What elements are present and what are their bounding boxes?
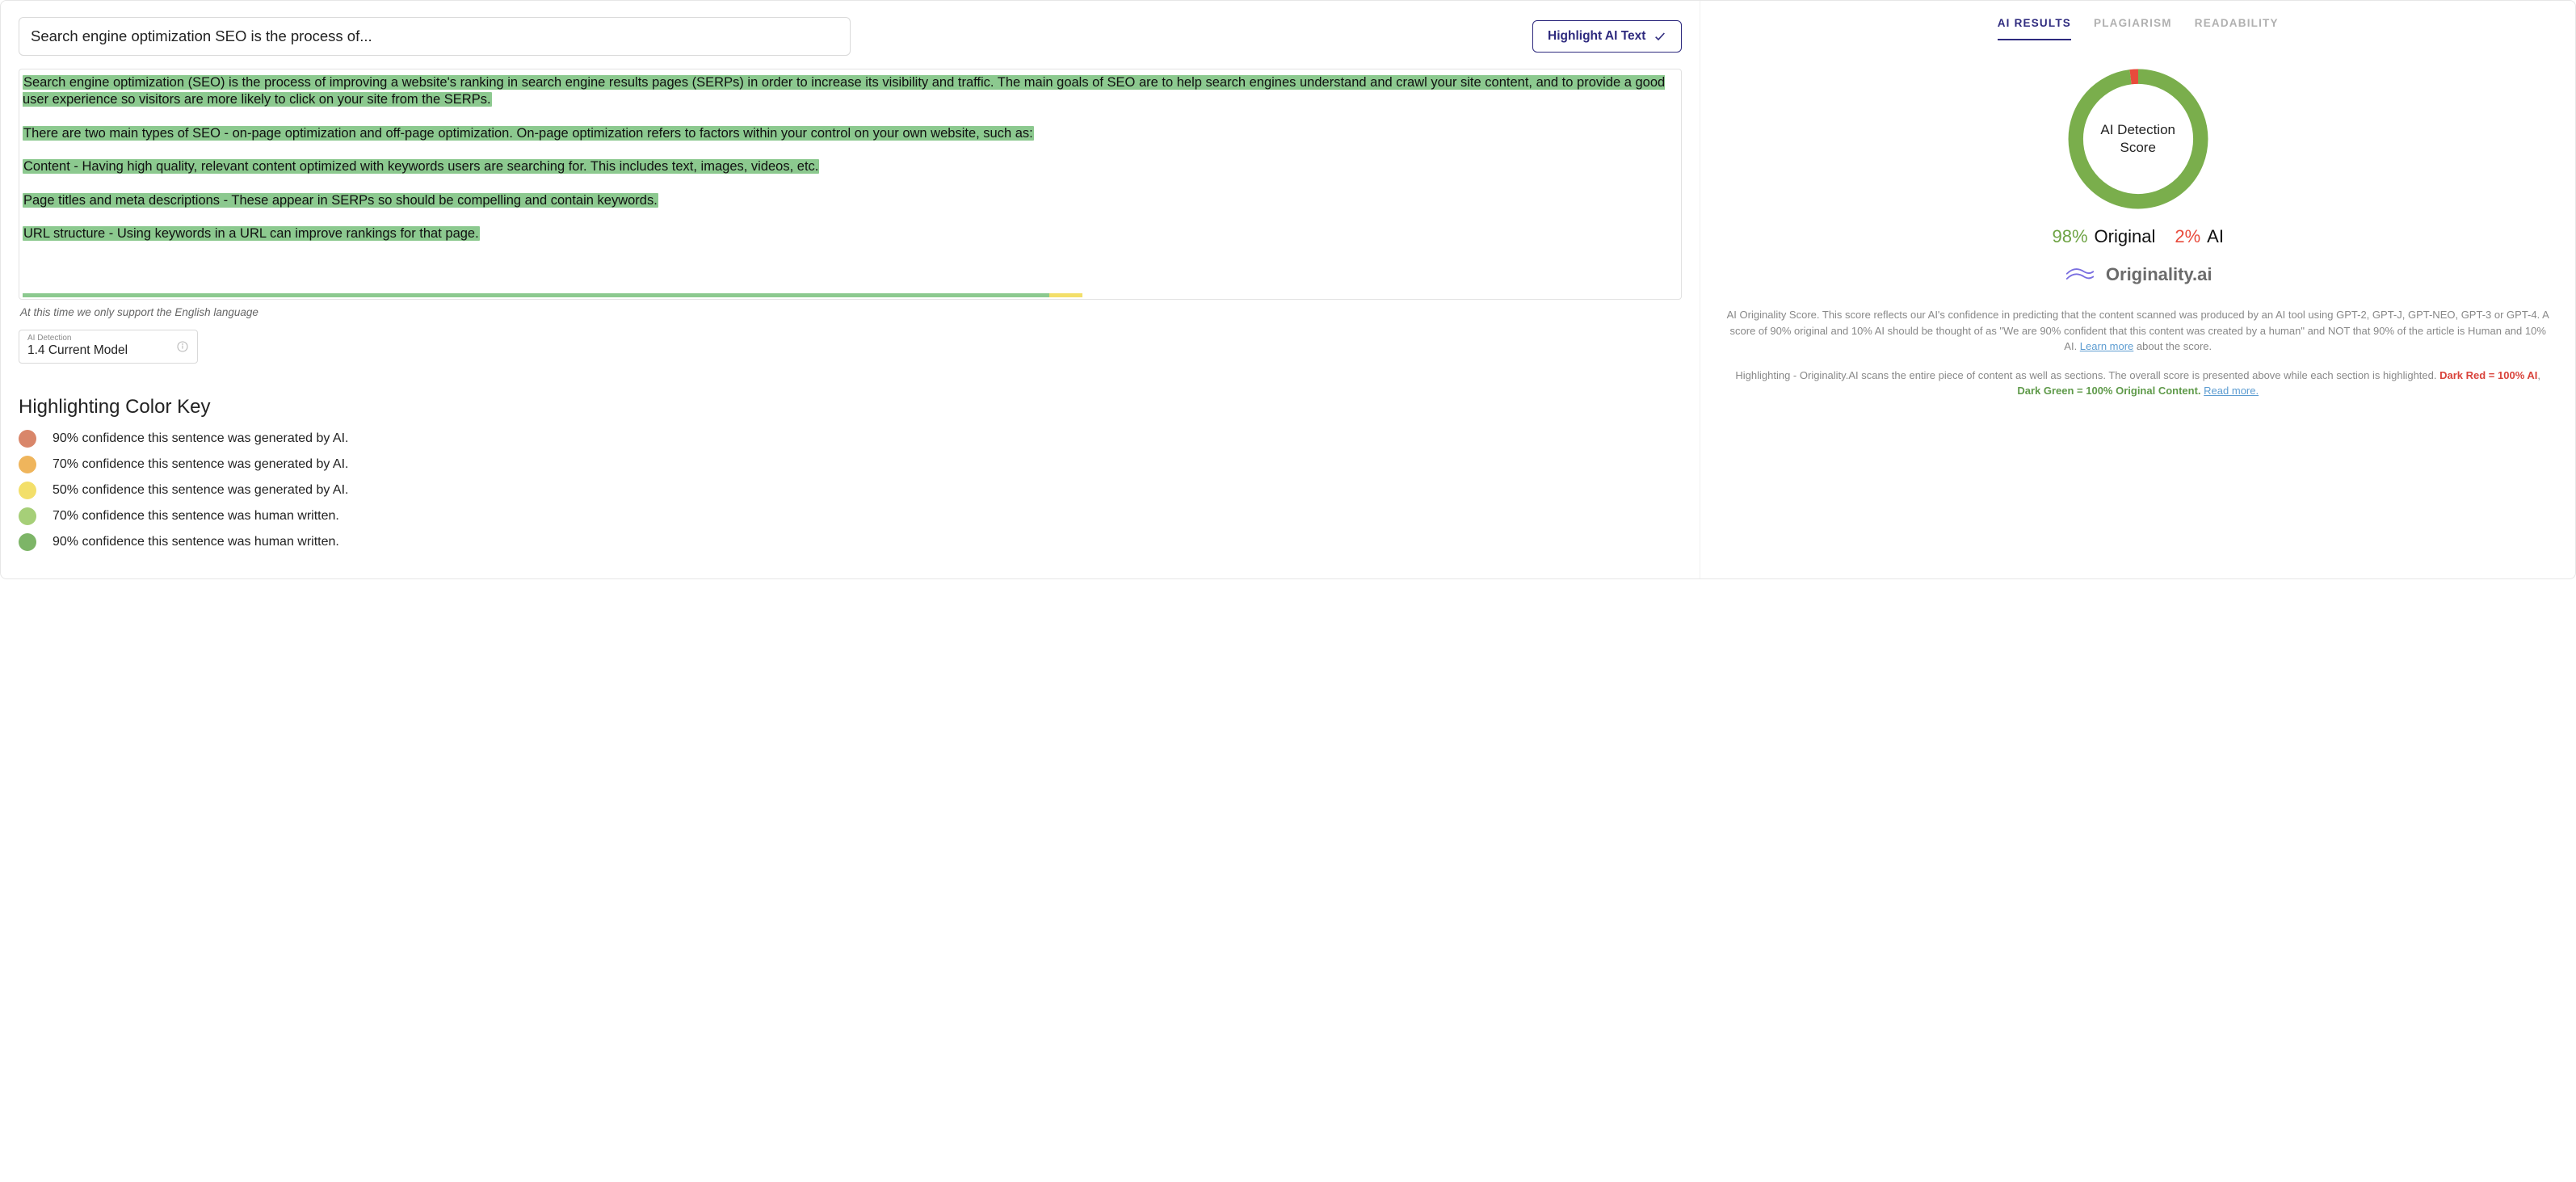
color-key-row: 90% confidence this sentence was human w… <box>19 533 1682 551</box>
highlight-button-label: Highlight AI Text <box>1548 29 1645 44</box>
brand-logo-icon <box>2064 263 2096 286</box>
desc2-a: Highlighting - Originality.AI scans the … <box>1735 369 2439 381</box>
color-key-text: 90% confidence this sentence was generat… <box>53 431 348 446</box>
language-note: At this time we only support the English… <box>20 306 1682 318</box>
donut-center-label: AI Detection Score <box>2064 65 2213 213</box>
info-icon[interactable] <box>176 340 189 353</box>
ai-percent: 2% <box>2175 226 2200 247</box>
bar-segment-yellow <box>1049 293 1082 297</box>
color-key-row: 70% confidence this sentence was generat… <box>19 456 1682 473</box>
color-key-title: Highlighting Color Key <box>19 396 1682 419</box>
paragraph-5: URL structure - Using keywords in a URL … <box>23 226 480 241</box>
color-key-text: 50% confidence this sentence was generat… <box>53 483 348 498</box>
brand-row: Originality.ai <box>2064 263 2213 286</box>
app-frame: Highlight AI Text Search engine optimiza… <box>0 0 2576 579</box>
highlight-ai-text-button[interactable]: Highlight AI Text <box>1532 20 1682 53</box>
ai-detection-model-select[interactable]: AI Detection 1.4 Current Model <box>19 330 198 364</box>
ai-detection-donut: AI Detection Score <box>2064 65 2213 213</box>
desc2-sep: , <box>2537 369 2540 381</box>
donut-label-line1: AI Detection <box>2100 122 2175 137</box>
model-select-label: AI Detection <box>27 334 189 343</box>
top-row: Highlight AI Text <box>19 17 1682 56</box>
color-key-text: 70% confidence this sentence was generat… <box>53 457 348 472</box>
brand-name: Originality.ai <box>2106 264 2213 285</box>
paragraph-2: There are two main types of SEO - on-pag… <box>23 126 1034 141</box>
donut-label-line2: Score <box>2120 140 2155 155</box>
color-key-row: 70% confidence this sentence was human w… <box>19 507 1682 525</box>
tab-plagiarism[interactable]: PLAGIARISM <box>2094 17 2172 40</box>
score-line: 98% Original 2% AI <box>2052 226 2223 247</box>
tab-readability[interactable]: READABILITY <box>2195 17 2279 40</box>
check-icon <box>1654 30 1666 43</box>
color-swatch <box>19 482 36 499</box>
content-bottom-highlight-bar <box>23 293 1678 297</box>
color-key-text: 90% confidence this sentence was human w… <box>53 535 339 549</box>
model-select-value: 1.4 Current Model <box>27 343 128 357</box>
title-input[interactable] <box>19 17 851 56</box>
color-swatch <box>19 430 36 448</box>
bar-segment-green <box>23 293 1049 297</box>
results-tabs: AI RESULTS PLAGIARISM READABILITY <box>1998 17 2279 40</box>
content-inner: Search engine optimization (SEO) is the … <box>23 74 1678 243</box>
color-key-list: 90% confidence this sentence was generat… <box>19 430 1682 559</box>
paragraph-1: Search engine optimization (SEO) is the … <box>23 75 1665 107</box>
color-key-row: 90% confidence this sentence was generat… <box>19 430 1682 448</box>
paragraph-3: Content - Having high quality, relevant … <box>23 159 819 174</box>
bar-segment-empty <box>1082 293 1679 297</box>
score-description: AI Originality Score. This score reflect… <box>1726 307 2549 355</box>
color-swatch <box>19 533 36 551</box>
dark-red-text: Dark Red = 100% AI <box>2439 369 2537 381</box>
ai-label: AI <box>2207 226 2224 247</box>
right-panel: AI RESULTS PLAGIARISM READABILITY AI Det… <box>1700 1 2575 578</box>
color-swatch <box>19 507 36 525</box>
highlighting-description: Highlighting - Originality.AI scans the … <box>1726 368 2549 399</box>
color-key-text: 70% confidence this sentence was human w… <box>53 509 339 524</box>
left-panel: Highlight AI Text Search engine optimiza… <box>1 1 1700 578</box>
dark-green-text: Dark Green = 100% Original Content. <box>2017 385 2200 397</box>
learn-more-link[interactable]: Learn more <box>2080 340 2133 352</box>
read-more-link[interactable]: Read more. <box>2204 385 2259 397</box>
original-label: Original <box>2095 226 2156 247</box>
original-percent: 98% <box>2052 226 2087 247</box>
paragraph-4: Page titles and meta descriptions - Thes… <box>23 193 658 208</box>
desc1-b: about the score. <box>2133 340 2212 352</box>
color-swatch <box>19 456 36 473</box>
tab-ai-results[interactable]: AI RESULTS <box>1998 17 2071 40</box>
color-key-row: 50% confidence this sentence was generat… <box>19 482 1682 499</box>
content-box[interactable]: Search engine optimization (SEO) is the … <box>19 69 1682 300</box>
